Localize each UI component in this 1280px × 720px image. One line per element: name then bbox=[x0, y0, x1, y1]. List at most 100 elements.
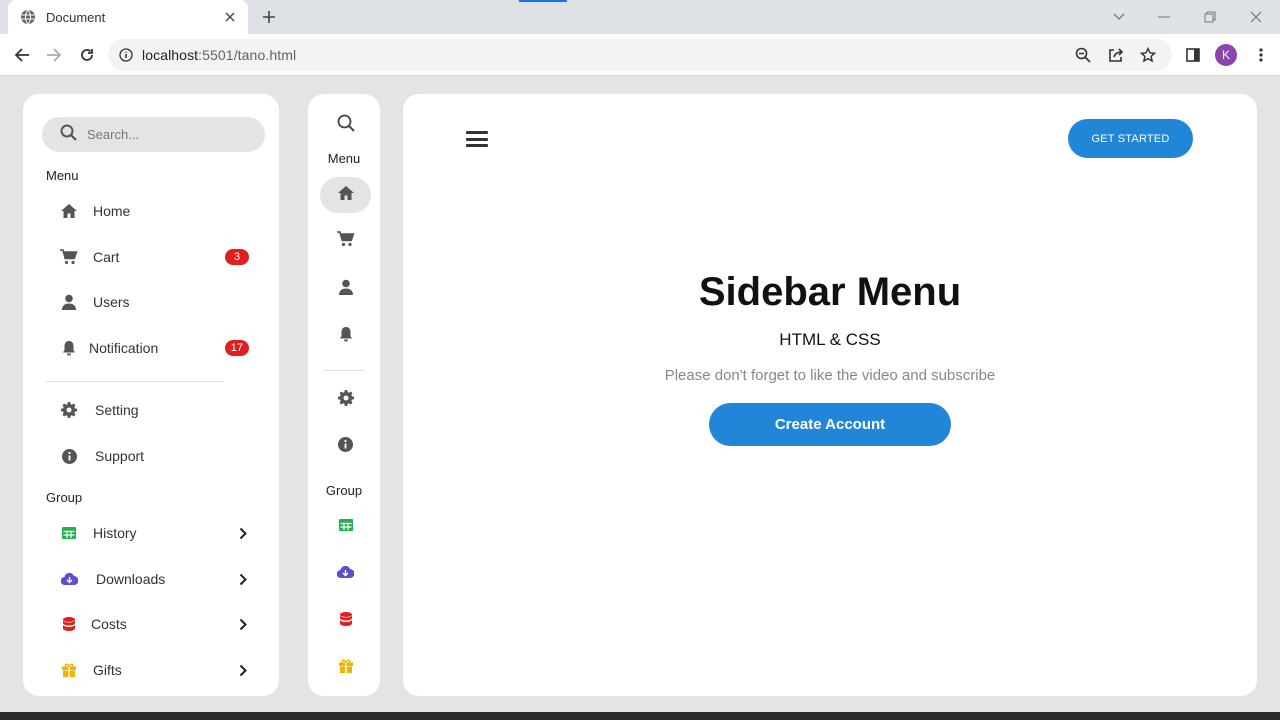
mini-item-notification[interactable] bbox=[320, 318, 371, 354]
mini-divider bbox=[324, 370, 364, 371]
browser-toolbar: localhost:5501/tano.html K bbox=[0, 34, 1280, 76]
sidebar-item-label: Notification bbox=[89, 340, 159, 356]
mini-item-home[interactable] bbox=[320, 177, 371, 213]
sidebar-item-label: Gifts bbox=[93, 662, 122, 678]
site-info-icon[interactable] bbox=[118, 47, 134, 63]
cloud-download-icon bbox=[336, 565, 355, 583]
zoom-icon[interactable] bbox=[1071, 43, 1095, 67]
user-icon bbox=[59, 292, 79, 312]
search-input[interactable] bbox=[87, 127, 237, 142]
star-icon[interactable] bbox=[1136, 43, 1160, 67]
sidebar-item-label: Home bbox=[93, 203, 131, 219]
tab-strip: Document bbox=[0, 0, 1280, 34]
database-icon bbox=[59, 614, 79, 634]
cloud-download-icon bbox=[59, 569, 79, 589]
close-window-icon[interactable] bbox=[1245, 6, 1267, 28]
gear-icon bbox=[59, 400, 79, 420]
mini-group-title: Group bbox=[325, 483, 363, 498]
sidebar-item-users[interactable]: Users bbox=[59, 287, 251, 317]
url-host: localhost bbox=[142, 47, 199, 63]
sidebar-divider bbox=[46, 381, 224, 382]
main-content: GET STARTED Sidebar Menu HTML & CSS Plea… bbox=[403, 94, 1257, 696]
share-icon[interactable] bbox=[1104, 43, 1128, 67]
profile-avatar[interactable]: K bbox=[1215, 44, 1237, 66]
address-bar[interactable]: localhost:5501/tano.html bbox=[108, 39, 1172, 71]
cart-icon bbox=[59, 247, 79, 267]
mini-item-history[interactable] bbox=[320, 509, 371, 545]
globe-icon bbox=[20, 9, 36, 25]
sidebar-item-label: Setting bbox=[95, 402, 139, 418]
gear-icon bbox=[337, 389, 354, 411]
hamburger-line bbox=[466, 137, 488, 141]
sidebar-item-label: Cart bbox=[93, 249, 120, 265]
browser-tab[interactable]: Document bbox=[8, 0, 248, 34]
mini-item-users[interactable] bbox=[320, 271, 371, 307]
sidebar-item-costs[interactable]: Costs bbox=[59, 609, 251, 639]
notification-count-badge: 17 bbox=[224, 340, 249, 356]
mini-item-cart[interactable] bbox=[320, 223, 371, 259]
page-subtitle: HTML & CSS bbox=[779, 330, 881, 349]
search-icon bbox=[337, 114, 355, 137]
mini-item-gifts[interactable] bbox=[320, 650, 371, 686]
tab-title: Document bbox=[46, 9, 106, 25]
menu-section-title: Menu bbox=[46, 168, 79, 183]
bell-icon bbox=[339, 326, 353, 347]
sidebar-item-home[interactable]: Home bbox=[59, 196, 251, 226]
back-icon[interactable] bbox=[10, 43, 34, 67]
new-tab-icon[interactable] bbox=[260, 8, 278, 26]
mini-item-downloads[interactable] bbox=[320, 556, 371, 592]
sidebar-search[interactable] bbox=[42, 117, 265, 152]
table-icon bbox=[338, 518, 353, 536]
collapsed-sidebar: Menu Group bbox=[308, 94, 380, 696]
url-text: localhost:5501/tano.html bbox=[142, 47, 296, 63]
home-icon bbox=[337, 185, 355, 206]
mini-item-support[interactable] bbox=[320, 429, 371, 465]
sidebar-item-downloads[interactable]: Downloads bbox=[59, 564, 251, 594]
sidebar-item-setting[interactable]: Setting bbox=[59, 395, 251, 425]
mini-search-button[interactable] bbox=[320, 107, 371, 143]
hamburger-line bbox=[466, 131, 488, 134]
sidebar-item-support[interactable]: Support bbox=[59, 441, 251, 471]
reload-icon[interactable] bbox=[75, 43, 99, 67]
user-icon bbox=[338, 279, 353, 300]
database-icon bbox=[339, 611, 352, 631]
hamburger-menu-icon[interactable] bbox=[465, 128, 489, 150]
close-tab-icon[interactable] bbox=[222, 9, 238, 25]
restore-icon[interactable] bbox=[1199, 6, 1221, 28]
gift-icon bbox=[59, 660, 79, 680]
sidebar-item-label: Costs bbox=[91, 616, 127, 632]
taskbar-edge bbox=[0, 712, 1280, 720]
side-panel-icon[interactable] bbox=[1181, 43, 1205, 67]
sidebar-item-label: History bbox=[93, 525, 137, 541]
chevron-right-icon bbox=[235, 616, 251, 632]
forward-icon[interactable] bbox=[42, 43, 66, 67]
page-description: Please don't forget to like the video an… bbox=[664, 367, 996, 384]
sidebar-item-notification[interactable]: Notification 17 bbox=[59, 333, 251, 363]
sidebar: Menu Home Cart 3 Users Notification 17 S… bbox=[23, 94, 279, 696]
mini-menu-title: Menu bbox=[327, 151, 361, 166]
bell-icon bbox=[59, 338, 79, 358]
sidebar-item-cart[interactable]: Cart 3 bbox=[59, 242, 251, 272]
get-started-button[interactable]: GET STARTED bbox=[1068, 119, 1193, 158]
tab-search-icon[interactable] bbox=[1108, 6, 1130, 28]
home-icon bbox=[59, 201, 79, 221]
hamburger-line bbox=[466, 144, 488, 147]
create-account-button[interactable]: Create Account bbox=[709, 403, 951, 446]
sidebar-item-history[interactable]: History bbox=[59, 518, 251, 548]
sidebar-item-gifts[interactable]: Gifts bbox=[59, 655, 251, 685]
sidebar-item-label: Support bbox=[95, 448, 145, 464]
mini-item-setting[interactable] bbox=[320, 382, 371, 418]
minimize-icon[interactable] bbox=[1153, 6, 1175, 28]
page-title: Sidebar Menu bbox=[698, 270, 962, 314]
group-section-title: Group bbox=[46, 490, 83, 505]
cart-icon bbox=[336, 230, 355, 252]
cart-count-badge: 3 bbox=[225, 249, 249, 265]
more-menu-icon[interactable] bbox=[1249, 43, 1273, 67]
mini-item-costs[interactable] bbox=[320, 603, 371, 639]
sidebar-item-label: Users bbox=[93, 294, 130, 310]
gift-icon bbox=[338, 659, 353, 678]
chevron-right-icon bbox=[235, 571, 251, 587]
sidebar-item-label: Downloads bbox=[96, 571, 166, 587]
info-icon bbox=[338, 437, 353, 457]
chevron-right-icon bbox=[235, 662, 251, 678]
